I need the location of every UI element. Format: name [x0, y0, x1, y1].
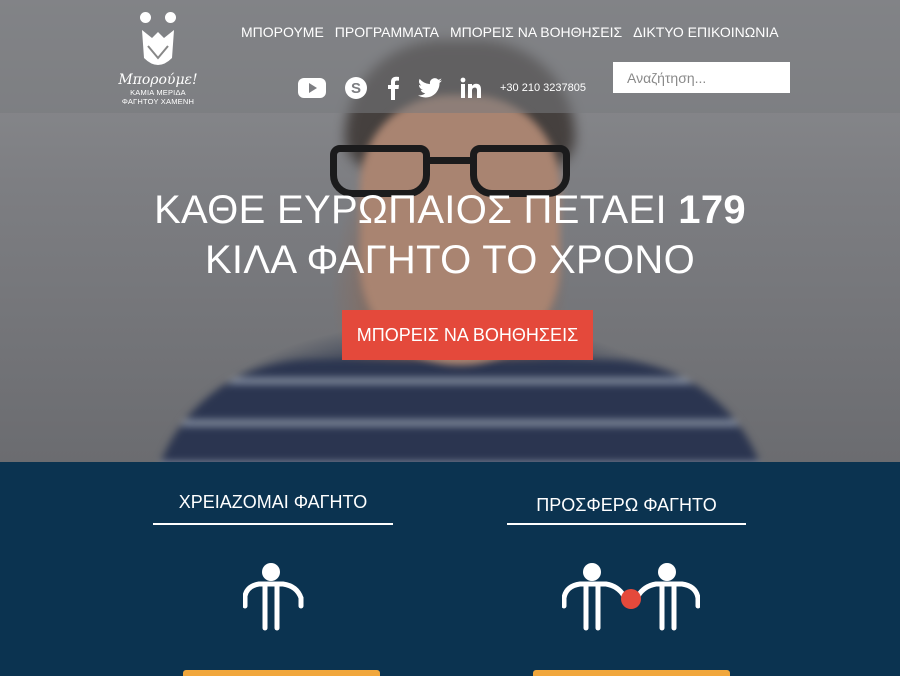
- main-nav: ΜΠΟΡΟΥΜΕ ΠΡΟΓΡΑΜΜΑΤΑ ΜΠΟΡΕΙΣ ΝΑ ΒΟΗΘΗΣΕΙ…: [241, 24, 790, 40]
- hero-photo-shirt: [150, 360, 770, 462]
- options-section: ΧΡΕΙΑΖΟΜΑΙ ΦΑΓΗΤΟ ΠΡΟΣΦΕΡΩ ΦΑΓΗΤΟ: [0, 462, 900, 676]
- hero-banner: Μπορούμε! ΚΑΜΙΑ ΜΕΡΙΔΑ ΦΑΓΗΤΟΥ ΧΑΜΕΝΗ ΜΠ…: [0, 0, 900, 462]
- offer-food-button-edge[interactable]: [533, 670, 730, 676]
- column-underline-offer-food: [507, 523, 746, 525]
- svg-text:S: S: [351, 80, 361, 97]
- skype-icon[interactable]: S: [344, 76, 368, 100]
- person-need-food-icon: [243, 563, 304, 631]
- column-title-offer-food[interactable]: ΠΡΟΣΦΕΡΩ ΦΑΓΗΤΟ: [507, 495, 746, 516]
- hero-headline: ΚΑΘΕ ΕΥΡΩΠΑΙΟΣ ΠΕΤΑΕΙ 179 ΚΙΛΑ ΦΑΓΗΤΟ ΤΟ…: [0, 185, 900, 285]
- site-logo[interactable]: Μπορούμε! ΚΑΜΙΑ ΜΕΡΙΔΑ ΦΑΓΗΤΟΥ ΧΑΜΕΝΗ: [118, 12, 198, 106]
- people-offer-food-icon: [562, 563, 700, 631]
- search-input[interactable]: [613, 62, 790, 93]
- nav-item-programmata[interactable]: ΠΡΟΓΡΑΜΜΑΤΑ: [335, 24, 439, 40]
- youtube-icon[interactable]: [298, 78, 326, 98]
- nav-item-boreis-na-voitheiseis[interactable]: ΜΠΟΡΕΙΣ ΝΑ ΒΟΗΘΗΣΕΙΣ: [450, 24, 622, 40]
- column-underline-need-food: [153, 523, 393, 525]
- need-food-button-edge[interactable]: [183, 670, 380, 676]
- logo-tagline-2: ΦΑΓΗΤΟΥ ΧΑΜΕΝΗ: [121, 97, 195, 106]
- logo-script: Μπορούμε!: [118, 72, 198, 88]
- linkedin-icon[interactable]: [460, 77, 482, 99]
- column-title-need-food[interactable]: ΧΡΕΙΑΖΟΜΑΙ ΦΑΓΗΤΟ: [153, 492, 393, 513]
- twitter-icon[interactable]: [418, 78, 442, 98]
- phone-number[interactable]: +30 210 3237805: [500, 82, 586, 94]
- logo-heads: [118, 12, 198, 26]
- headline-line1-text: ΚΑΘΕ ΕΥΡΩΠΑΙΟΣ ΠΕΤΑΕΙ: [154, 188, 667, 232]
- social-links: S +30 210 3237805: [298, 76, 586, 100]
- help-cta-button[interactable]: ΜΠΟΡΕΙΣ ΝΑ ΒΟΗΘΗΣΕΙΣ: [342, 310, 593, 360]
- headline-line2: ΚΙΛΑ ΦΑΓΗΤΟ ΤΟ ΧΡΟΝΟ: [204, 238, 696, 282]
- facebook-icon[interactable]: [386, 76, 400, 100]
- shared-food-dot: [621, 589, 641, 609]
- headline-number: 179: [678, 188, 746, 232]
- logo-emblem-icon: [142, 30, 174, 65]
- nav-item-mporoume[interactable]: ΜΠΟΡΟΥΜΕ: [241, 24, 324, 40]
- logo-tagline-1: ΚΑΜΙΑ ΜΕΡΙΔΑ: [130, 88, 186, 97]
- nav-item-diktyo-epikoinonia[interactable]: ΔΙΚΤΥΟ ΕΠΙΚΟΙΝΩΝΙΑ: [633, 24, 778, 40]
